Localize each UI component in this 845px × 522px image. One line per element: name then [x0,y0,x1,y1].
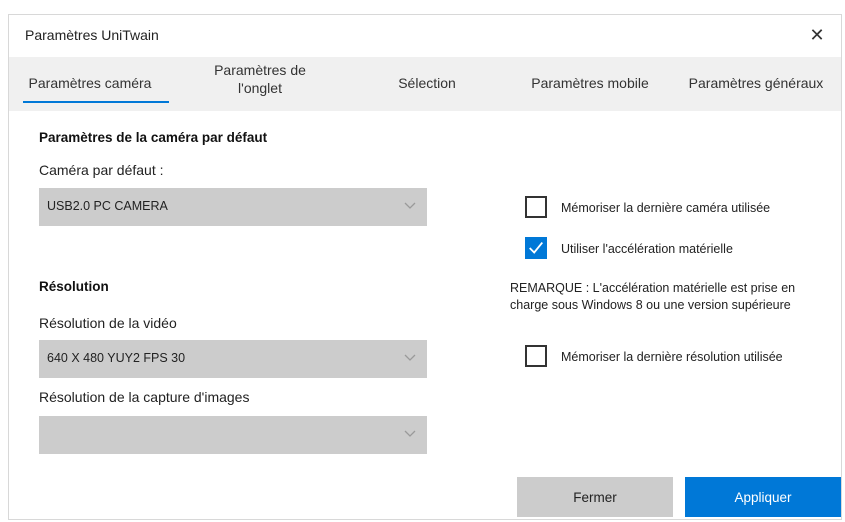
tab-selection[interactable]: Sélection [377,74,477,92]
remember-camera-checkbox[interactable] [525,196,547,218]
video-resolution-value: 640 X 480 YUY2 FPS 30 [47,351,186,365]
video-resolution-select[interactable]: 640 X 480 YUY2 FPS 30 [39,340,427,378]
active-tab-indicator [23,101,169,103]
title-bar: Paramètres UniTwain ✕ [9,15,841,55]
hw-accel-label: Utiliser l'accélération matérielle [561,242,733,256]
checkmark-icon [529,242,543,254]
tab-bar: Paramètres caméra Paramètres de l'onglet… [9,57,841,111]
default-camera-value: USB2.0 PC CAMERA [47,199,168,213]
close-button[interactable]: Fermer [517,477,673,517]
window-title: Paramètres UniTwain [25,27,159,43]
note-line2: charge sous Windows 8 ou une version sup… [510,298,791,312]
hw-accel-note: REMARQUE : L'accélération matérielle est… [510,280,795,314]
settings-dialog: Paramètres UniTwain ✕ Paramètres caméra … [8,14,842,520]
tab-camera-settings[interactable]: Paramètres caméra [15,74,165,92]
resolution-section-title: Résolution [39,279,109,294]
apply-button[interactable]: Appliquer [685,477,841,517]
capture-resolution-label: Résolution de la capture d'images [39,389,250,405]
chevron-down-icon [404,354,416,361]
remember-camera-label: Mémoriser la dernière caméra utilisée [561,201,771,215]
tab-label-line2: l'onglet [238,80,282,96]
capture-resolution-select[interactable] [39,416,427,454]
video-resolution-label: Résolution de la vidéo [39,315,177,331]
default-camera-select[interactable]: USB2.0 PC CAMERA [39,188,427,226]
tab-mobile-settings[interactable]: Paramètres mobile [517,74,663,92]
tab-general-settings[interactable]: Paramètres généraux [673,74,839,92]
note-line1: REMARQUE : L'accélération matérielle est… [510,281,796,295]
remember-resolution-checkbox[interactable] [525,345,547,367]
chevron-down-icon [404,202,416,209]
hw-accel-checkbox[interactable] [525,237,547,259]
chevron-down-icon [404,430,416,437]
tab-label-line1: Paramètres de [214,62,306,78]
camera-section-title: Paramètres de la caméra par défaut [39,130,268,145]
tab-tab-settings[interactable]: Paramètres de l'onglet [195,61,325,97]
remember-resolution-label: Mémoriser la dernière résolution utilisé… [561,350,783,364]
close-icon[interactable]: ✕ [805,23,829,47]
default-camera-label: Caméra par défaut : [39,162,164,178]
